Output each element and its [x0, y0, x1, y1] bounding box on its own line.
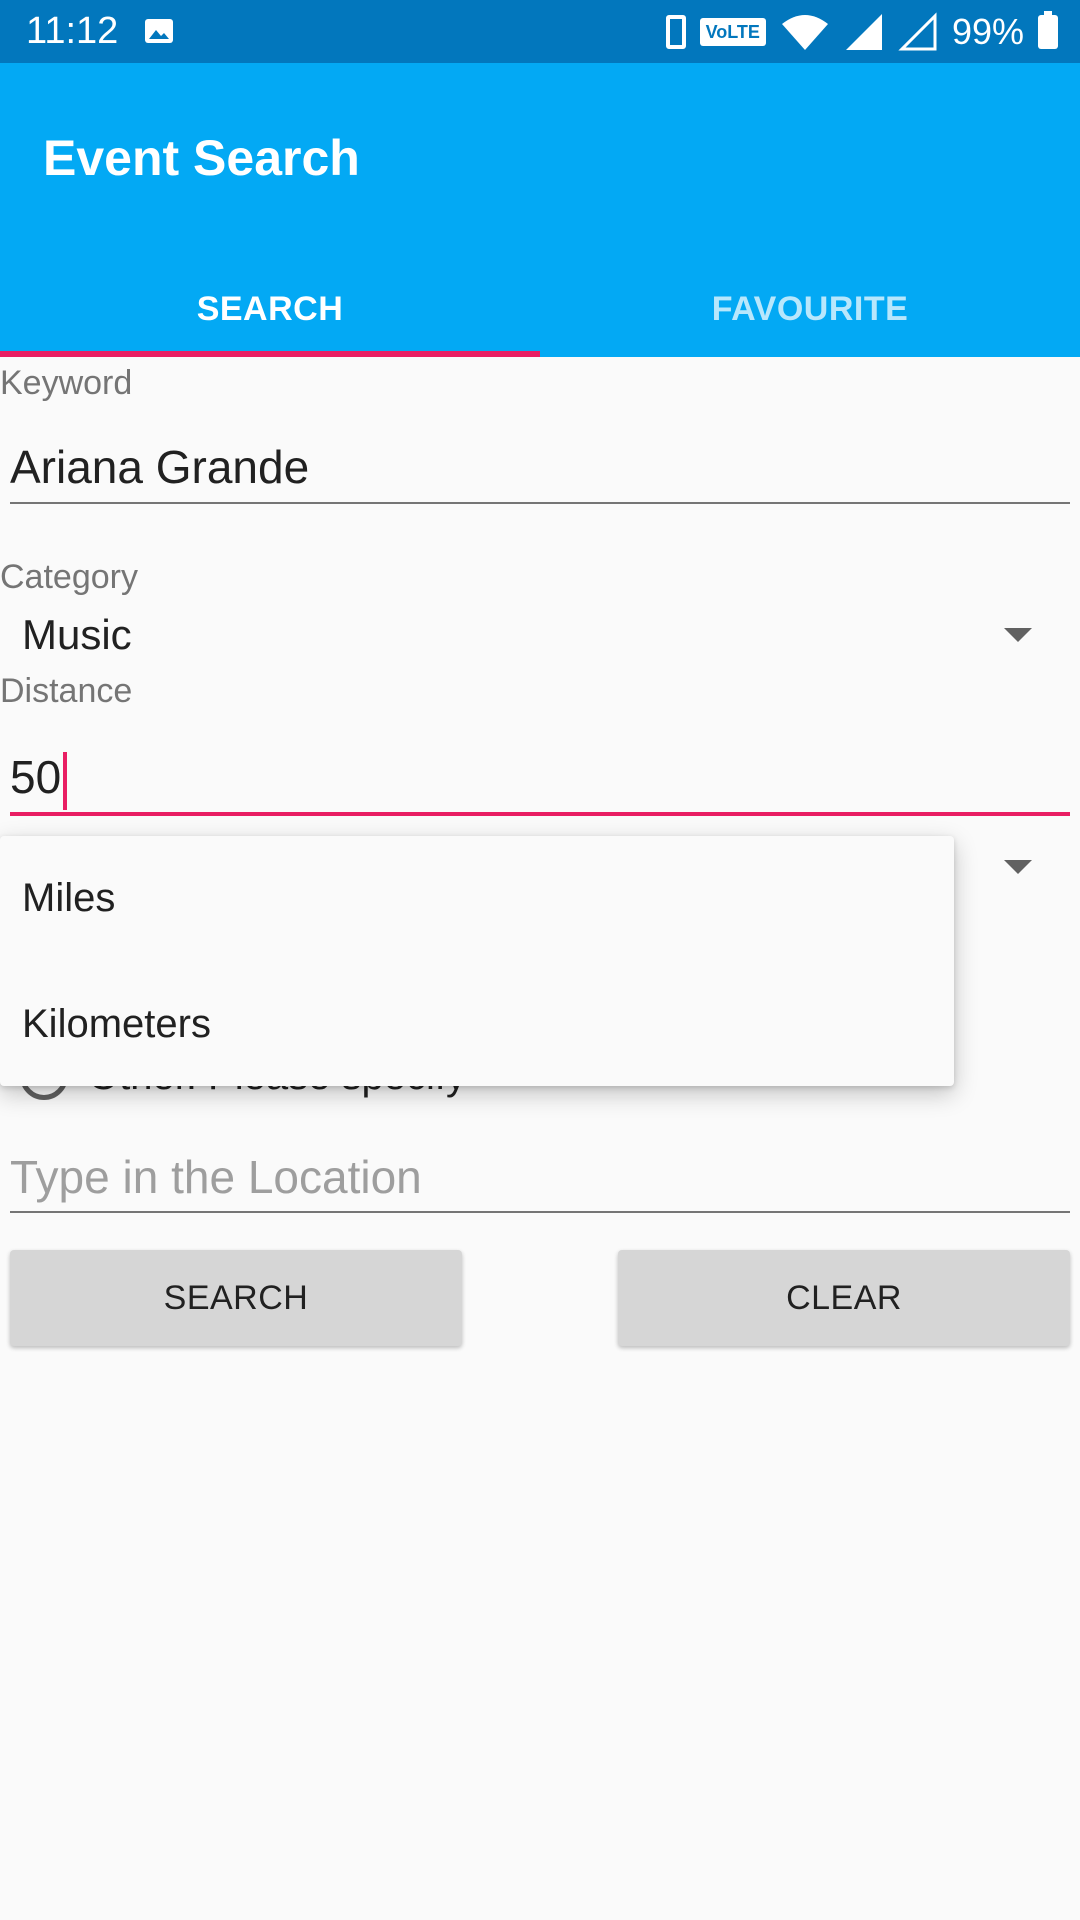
dropdown-option-kilometers[interactable]: Kilometers — [22, 1002, 211, 1047]
keyword-underline — [10, 502, 1070, 504]
tab-favourite-label: FAVOURITE — [711, 290, 909, 328]
location-underline — [10, 1211, 1070, 1213]
signal-icon — [845, 14, 882, 50]
dropdown-option-miles[interactable]: Miles — [22, 876, 115, 921]
battery-percent: 99% — [951, 11, 1024, 52]
keyword-label: Keyword — [0, 364, 133, 402]
category-dropdown-icon[interactable] — [1004, 628, 1032, 642]
tab-search-label: SEARCH — [196, 290, 344, 328]
status-time: 11:12 — [26, 10, 119, 52]
unit-dropdown-icon[interactable] — [1004, 860, 1032, 874]
app-bar: Event Search SEARCH FAVOURITE — [0, 63, 1080, 357]
tab-indicator — [0, 351, 540, 357]
clear-button[interactable]: CLEAR — [618, 1250, 1070, 1346]
distance-label: Distance — [0, 672, 133, 710]
location-input[interactable]: Type in the Location — [10, 1142, 1070, 1212]
wifi-icon — [781, 15, 828, 50]
unit-dropdown-menu: Miles Kilometers — [0, 836, 954, 1086]
distance-input[interactable]: 50 — [10, 742, 1070, 812]
tab-favourite[interactable]: FAVOURITE — [540, 269, 1080, 357]
category-label: Category — [0, 558, 138, 596]
text-cursor — [63, 751, 68, 810]
tab-search[interactable]: SEARCH — [0, 269, 540, 357]
signal-empty-icon — [898, 12, 937, 51]
app-title: Event Search — [43, 130, 360, 186]
distance-underline — [10, 812, 1070, 816]
battery-icon — [1038, 11, 1058, 49]
phone-icon — [665, 15, 686, 49]
status-icons: VoLTE 99% — [665, 10, 1058, 54]
status-bar: 11:12 VoLTE 99% — [0, 0, 1080, 63]
search-button[interactable]: SEARCH — [10, 1250, 462, 1346]
volte-icon: VoLTE — [699, 18, 766, 46]
distance-value: 50 — [10, 751, 62, 803]
keyword-input[interactable]: Ariana Grande — [10, 432, 1070, 502]
category-value: Music — [22, 611, 132, 658]
category-spinner[interactable]: Music — [22, 600, 1062, 670]
image-icon — [145, 19, 173, 43]
